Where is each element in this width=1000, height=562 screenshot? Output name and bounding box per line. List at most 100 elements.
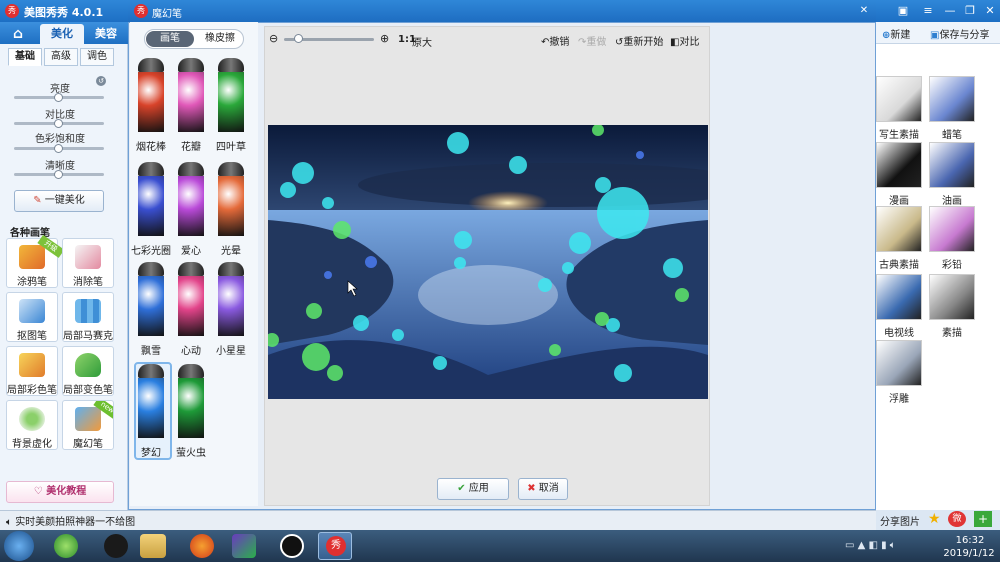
effect-label: 古典素描 [879,260,919,271]
file-explorer-icon[interactable] [140,534,166,558]
undo-button[interactable]: ↶撤销 [541,33,569,48]
tool-eraser-pen[interactable]: 消除笔 [62,238,114,288]
effect-label: 漫画 [889,196,909,207]
maximize-button[interactable]: ❐ [962,3,978,19]
photo-canvas[interactable] [268,125,708,399]
favorite-star-icon[interactable]: ★ [928,511,941,527]
cutout-pen-icon [19,299,45,323]
brush-tube [218,176,244,236]
tool-magic-pen[interactable]: new 魔幻笔 [62,400,114,450]
dialog-logo-icon: 秀 [134,4,148,18]
new-button[interactable]: ⊕新建 [882,26,910,41]
share-image-label: 分享图片 [880,517,920,528]
redo-button[interactable]: ↷重做 [578,33,606,48]
brush-cap [178,364,204,378]
effect-thumbnail[interactable] [876,206,922,252]
cancel-button[interactable]: ✖ 取消 [518,478,568,500]
brush-label: 萤火虫 [176,448,206,459]
effect-thumbnail[interactable] [876,76,922,122]
cancel-icon: ✖ [527,483,536,494]
tool-cutout-pen[interactable]: 抠图笔 [6,292,58,342]
skin-icon[interactable]: ▣ [895,3,911,19]
tray-icons[interactable]: ▭ ▲ ◧ ▮ 🔈︎ [845,540,896,551]
tool-label: 魔幻笔 [73,439,103,450]
slider-knob[interactable] [54,170,63,179]
subtab-basic[interactable]: 基础 [8,48,42,66]
heart-icon: ♡ [33,486,47,497]
menu-icon[interactable]: ≡ [920,3,936,19]
effect-label: 蜡笔 [942,130,962,141]
brush-label: 光晕 [221,246,241,257]
effect-label: 浮雕 [889,394,909,405]
record-icon[interactable] [280,534,304,558]
dialog-close-button[interactable]: ✕ [856,3,872,19]
tab-eraser-mode[interactable]: 橡皮擦 [196,31,244,47]
tool-background-blur[interactable]: 背景虚化 [6,400,58,450]
color-brush-icon [19,353,45,377]
firefox-icon[interactable] [190,534,214,558]
effect-thumbnail[interactable] [876,142,922,188]
restart-button[interactable]: ↺重新开始 [615,33,663,48]
minimize-button[interactable]: — [942,3,958,19]
tutorial-button[interactable]: ♡ 美化教程 [6,481,114,503]
close-button[interactable]: ✕ [982,3,998,19]
app-logo-icon: 秀 [5,4,19,18]
brush-label: 四叶草 [216,142,246,153]
tab-brush-mode[interactable]: 画笔 [146,31,194,47]
meitu-icon: 秀 [326,536,346,556]
effect-thumbnail[interactable] [929,142,975,188]
slider-knob[interactable] [54,93,63,102]
pencil-icon [19,245,45,269]
brush-tube [218,72,244,132]
tab-beautify[interactable]: 美化 [40,24,84,44]
media-player-icon[interactable] [232,534,256,558]
home-icon[interactable]: ⌂ [6,24,30,44]
tool-mosaic[interactable]: 局部马赛克 [62,292,114,342]
tool-label: 背景虚化 [12,439,52,450]
browser-360-icon[interactable] [54,534,78,558]
clock-date: 2019/1/12 [943,548,995,559]
effect-thumbnail[interactable] [876,274,922,320]
original-size-button[interactable]: 原大 [412,34,432,49]
tool-label: 局部彩色笔 [7,385,57,396]
brush-cap [138,162,164,176]
effect-thumbnail[interactable] [929,76,975,122]
slider-knob[interactable] [54,119,63,128]
dialog-title: 魔幻笔 [152,9,182,20]
add-share-icon[interactable]: + [974,511,992,527]
tool-doodle-pen[interactable]: 升级 涂鸦笔 [6,234,65,288]
tool-color-change[interactable]: 局部变色笔 [62,346,114,396]
qq-icon[interactable] [104,534,128,558]
effect-label: 素描 [942,328,962,339]
effect-label: 电视线 [884,328,914,339]
tab-face[interactable]: 美容 [86,24,126,44]
effect-thumbnail[interactable] [876,340,922,386]
tool-label: 抠图笔 [17,331,47,342]
save-share-button[interactable]: ▣保存与分享 [930,26,989,41]
apply-button[interactable]: ✔ 应用 [437,478,509,500]
slider-knob[interactable] [54,144,63,153]
zoom-in-icon[interactable]: ⊕ [380,32,389,45]
brush-tube [178,276,204,336]
effect-label: 彩铅 [942,260,962,271]
brush-cap [138,58,164,72]
tool-color-brush[interactable]: 局部彩色笔 [6,346,58,396]
zoom-knob[interactable] [294,34,303,43]
zoom-out-icon[interactable]: ⊖ [269,32,278,45]
mosaic-icon [75,299,101,323]
subtab-advanced[interactable]: 高级 [44,48,78,66]
brush-tube [178,378,204,438]
one-click-beautify-button[interactable]: ✎ 一键美化 [14,190,104,212]
tool-label: 局部马赛克 [63,331,113,342]
effect-thumbnail[interactable] [929,206,975,252]
button-label: 应用 [468,483,489,494]
start-button-icon[interactable] [4,531,34,561]
eraser-icon [75,245,101,269]
status-text[interactable]: 🔈︎ 实时美颜拍照神器一不给图 [6,513,135,528]
subtab-color[interactable]: 调色 [80,48,114,66]
effect-thumbnail[interactable] [929,274,975,320]
brush-tube [138,378,164,438]
compare-button[interactable]: ◧对比 [670,33,699,48]
weibo-icon[interactable]: 微 [948,511,966,527]
meitu-taskbar-button[interactable]: 秀 [318,532,352,560]
